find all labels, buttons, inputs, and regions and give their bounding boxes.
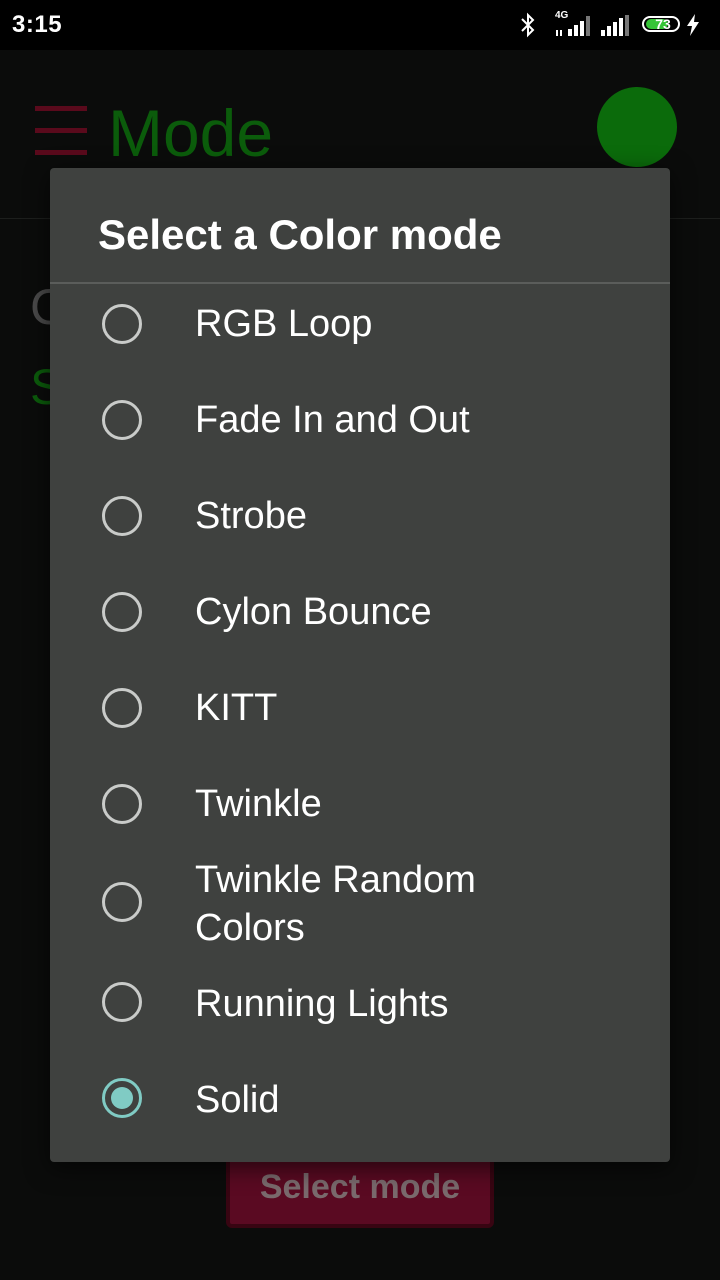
connection-status-dot xyxy=(597,87,677,167)
radio-button[interactable] xyxy=(102,982,142,1022)
dialog-title: Select a Color mode xyxy=(98,211,502,258)
signal-icon xyxy=(556,16,590,36)
option-label: Solid xyxy=(195,1079,280,1121)
option-label: Running Lights xyxy=(195,983,449,1025)
option-label: RGB Loop xyxy=(195,303,373,345)
signal-icon xyxy=(601,15,629,36)
radio-button[interactable] xyxy=(102,688,142,728)
option-label: Fade In and Out xyxy=(195,399,470,441)
battery-icon: 73 xyxy=(642,16,680,32)
radio-button[interactable] xyxy=(102,882,142,922)
radio-button-selected[interactable] xyxy=(102,1078,142,1118)
radio-button[interactable] xyxy=(102,304,142,344)
option-label: Twinkle Random Colors xyxy=(195,859,476,949)
option-cylon-bounce[interactable]: Cylon Bounce xyxy=(50,564,670,660)
option-fade-in-and-out[interactable]: Fade In and Out xyxy=(50,372,670,468)
option-running-lights[interactable]: Running Lights xyxy=(50,956,670,1052)
radio-button[interactable] xyxy=(102,400,142,440)
option-label: KITT xyxy=(195,687,278,729)
screen: 3:15 4G 73 Mode C S Select mode Select a… xyxy=(0,0,720,1280)
radio-button[interactable] xyxy=(102,496,142,536)
battery-percent: 73 xyxy=(655,16,671,32)
radio-button[interactable] xyxy=(102,784,142,824)
option-rgb-loop[interactable]: RGB Loop xyxy=(50,276,670,372)
color-mode-dialog: Select a Color mode RGB Loop Fade In and… xyxy=(50,168,670,1162)
option-strobe[interactable]: Strobe xyxy=(50,468,670,564)
option-twinkle[interactable]: Twinkle xyxy=(50,756,670,852)
option-label: Strobe xyxy=(195,495,307,537)
charging-icon xyxy=(687,14,699,36)
option-label: Cylon Bounce xyxy=(195,591,432,633)
status-bar: 3:15 4G 73 xyxy=(0,0,720,50)
option-kitt[interactable]: KITT xyxy=(50,660,670,756)
option-solid[interactable]: Solid xyxy=(50,1052,670,1148)
bluetooth-icon xyxy=(521,12,535,38)
hamburger-menu-icon[interactable] xyxy=(35,106,87,158)
radio-button[interactable] xyxy=(102,592,142,632)
option-twinkle-random-colors[interactable]: Twinkle Random Colors xyxy=(50,852,670,960)
app-title: Mode xyxy=(108,96,274,170)
option-label: Twinkle xyxy=(195,783,322,825)
status-time: 3:15 xyxy=(12,11,63,38)
